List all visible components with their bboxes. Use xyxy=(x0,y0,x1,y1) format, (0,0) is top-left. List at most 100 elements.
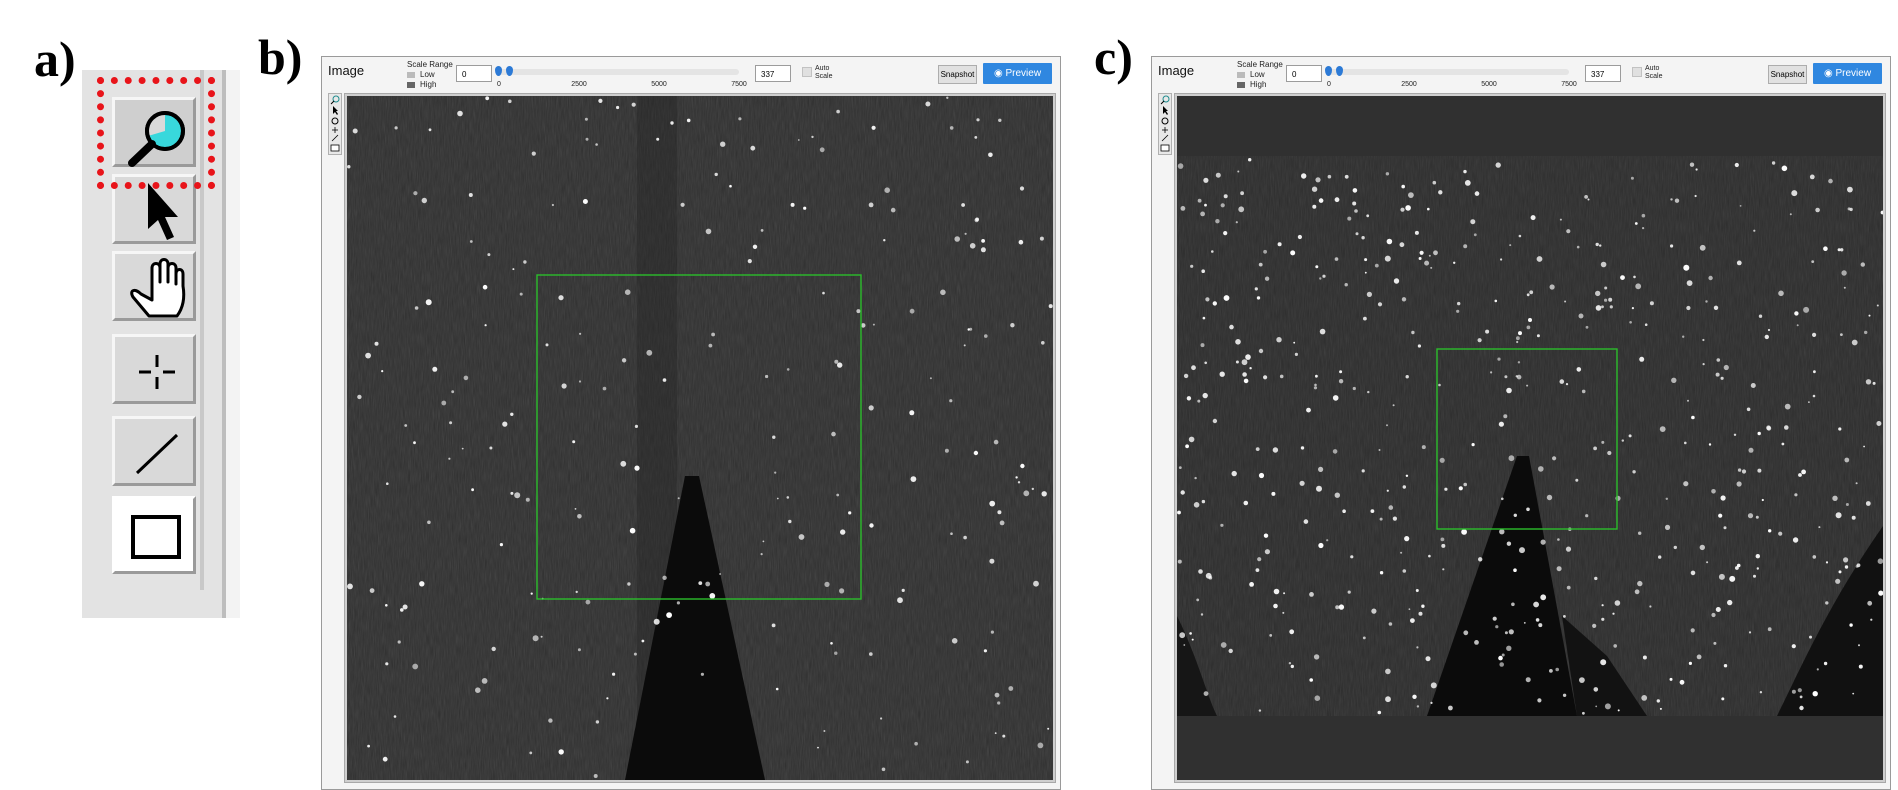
slider-thumb-low[interactable] xyxy=(495,66,502,76)
bright-spot xyxy=(1264,533,1268,537)
bright-spot xyxy=(1552,456,1557,461)
bright-spot xyxy=(1757,468,1762,473)
bright-spot xyxy=(1504,375,1508,379)
microscope-image[interactable] xyxy=(347,96,1053,780)
rectangle-tool-button[interactable] xyxy=(112,496,196,574)
bright-spot xyxy=(1538,623,1543,628)
bright-spot xyxy=(523,260,527,264)
bright-spot xyxy=(510,412,514,416)
preview-button[interactable]: ◉ Preview xyxy=(983,63,1052,84)
scale-slider-track[interactable] xyxy=(495,66,739,76)
bright-spot xyxy=(880,717,883,720)
bright-spot xyxy=(1263,375,1268,380)
bright-spot xyxy=(1258,472,1265,479)
bright-spot xyxy=(929,377,932,380)
bright-spot xyxy=(1361,236,1365,240)
bright-spot xyxy=(1518,331,1522,336)
bright-spot xyxy=(1789,213,1792,216)
tick-label: 2500 xyxy=(1401,81,1417,88)
bright-spot xyxy=(1237,170,1240,173)
bright-spot xyxy=(961,203,965,207)
bright-spot xyxy=(1649,605,1652,608)
bright-spot xyxy=(491,646,496,652)
bright-spot xyxy=(347,583,353,590)
bright-spot xyxy=(616,105,620,110)
bright-spot xyxy=(1718,573,1725,580)
bright-spot xyxy=(1499,529,1505,535)
microscope-image[interactable] xyxy=(1177,96,1883,780)
bright-spot xyxy=(1705,300,1708,303)
bright-spot xyxy=(954,236,960,242)
bright-spot xyxy=(881,767,886,772)
crosshair-tool-button[interactable] xyxy=(112,334,196,404)
bright-spot xyxy=(790,202,795,207)
bright-spot xyxy=(1664,524,1671,530)
bright-spot xyxy=(698,581,703,585)
bright-spot xyxy=(1405,375,1409,379)
bright-spot xyxy=(579,332,582,335)
scale-max-input[interactable]: 337 xyxy=(755,65,791,82)
bright-spot xyxy=(1799,705,1804,711)
preview-button[interactable]: ◉ Preview xyxy=(1813,63,1882,84)
slider-thumb-low[interactable] xyxy=(1325,66,1332,76)
bright-spot xyxy=(981,239,985,243)
bright-spot xyxy=(914,741,918,746)
bright-spot xyxy=(1228,648,1233,654)
tick-label: 5000 xyxy=(1481,81,1497,88)
bright-spot xyxy=(776,497,779,500)
bright-spot xyxy=(1223,231,1228,236)
bright-spot xyxy=(1374,263,1379,268)
bright-spot xyxy=(1746,407,1751,412)
bright-spot xyxy=(1220,642,1227,648)
auto-scale-checkbox[interactable] xyxy=(802,67,812,77)
bright-spot xyxy=(822,291,825,295)
bright-spot xyxy=(1379,517,1383,521)
bright-spot xyxy=(980,247,986,253)
bright-spot xyxy=(1254,287,1258,291)
bright-spot xyxy=(1290,664,1294,669)
bright-spot xyxy=(1347,216,1352,221)
bright-spot xyxy=(502,421,508,427)
bright-spot xyxy=(1711,612,1716,618)
auto-scale-checkbox[interactable] xyxy=(1632,67,1642,77)
bright-spot xyxy=(1516,374,1522,380)
bright-spot xyxy=(1473,233,1477,237)
scale-slider-track[interactable] xyxy=(1325,66,1569,76)
bright-spot xyxy=(510,491,514,495)
bright-spot xyxy=(1811,260,1815,263)
bright-spot xyxy=(1279,374,1284,379)
scale-min-input[interactable]: 0 xyxy=(456,65,492,82)
bright-spot xyxy=(1264,549,1270,555)
bright-spot xyxy=(1241,359,1248,366)
bright-spot xyxy=(1424,260,1430,266)
bright-spot xyxy=(993,439,999,445)
snapshot-button[interactable]: Snapshot xyxy=(1768,65,1807,84)
bright-spot xyxy=(750,145,756,151)
bright-spot xyxy=(427,520,431,525)
bright-spot xyxy=(1753,574,1756,578)
bright-spot xyxy=(1671,377,1677,383)
bright-spot xyxy=(1433,250,1438,256)
scale-max-input[interactable]: 337 xyxy=(1585,65,1621,82)
slider-thumb-high[interactable] xyxy=(1336,66,1343,76)
line-tool-button[interactable] xyxy=(112,416,196,486)
bright-spot xyxy=(1734,162,1739,168)
bright-spot xyxy=(1690,570,1696,576)
bright-spot xyxy=(1536,256,1543,262)
pan-tool-button[interactable] xyxy=(112,251,196,321)
bright-spot xyxy=(1688,661,1692,666)
slider-thumb-high[interactable] xyxy=(506,66,513,76)
scale-min-input[interactable]: 0 xyxy=(1286,65,1322,82)
bright-spot xyxy=(1367,390,1370,394)
bright-spot xyxy=(1838,570,1842,574)
bright-spot xyxy=(1415,589,1419,592)
bright-spot xyxy=(1311,186,1318,192)
bright-spot xyxy=(525,497,530,502)
bright-spot xyxy=(705,581,711,587)
snapshot-button[interactable]: Snapshot xyxy=(938,65,977,84)
bright-spot xyxy=(1729,575,1736,582)
bright-spot xyxy=(1791,689,1796,694)
bright-spot xyxy=(432,366,438,372)
bright-spot xyxy=(811,135,814,139)
bright-spot xyxy=(1202,316,1206,320)
